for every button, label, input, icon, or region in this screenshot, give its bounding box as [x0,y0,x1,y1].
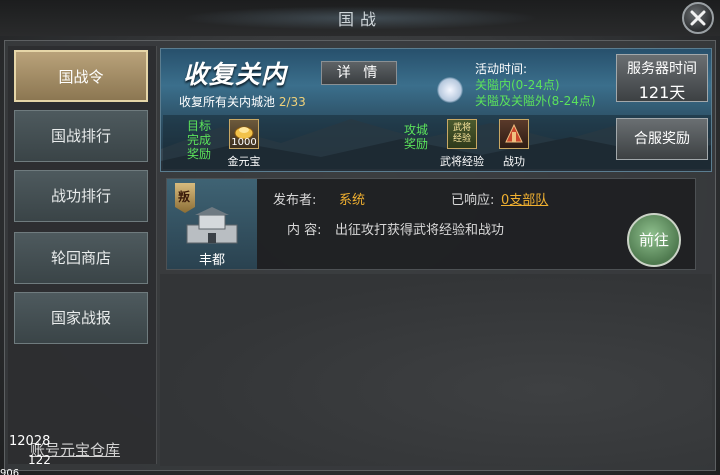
server-days: 121天 [638,83,686,102]
sidebar: 国战令 国战排行 战功排行 轮回商店 国家战报 [8,46,157,464]
city-name: 丰都 [198,253,225,268]
gold-ingot-qty: 1000 [231,137,257,148]
attack-reward-label: 攻城 奖励 [401,123,431,151]
general-exp-icon-text: 武将 经验 [452,123,471,144]
server-time-label: 服务器时间 [627,61,697,77]
task-card: 叛 丰都 发布者: 系统 已响应: 0支部队 内 容: 出征攻打获得武将经验和战… [166,178,696,270]
debug-overlay-line: 12028 [9,434,51,449]
activity-time-1: 关隘内(0-24点) [475,78,560,92]
sidebar-item-merit-ranking[interactable]: 战功排行 [14,170,148,222]
event-title: 收复关内 [183,60,288,89]
objective-count: 2/33 [278,95,306,109]
activity-time-label: 活动时间: [475,62,528,76]
server-time-panel: 服务器时间 121天 [616,54,708,102]
target-reward-label: 目标 完成 奖励 [183,119,215,161]
general-exp-name: 武将经验 [440,155,484,168]
debug-overlay-line: 906 [0,468,20,475]
war-merit-icon[interactable] [499,119,529,149]
content-value: 出征攻打获得武将经验和战功 [335,223,505,238]
close-icon [690,10,706,26]
title-bar: 国战 [0,0,720,36]
response-value-link[interactable]: 0支部队 [501,189,548,208]
merge-server-reward-button[interactable]: 合服奖励 [616,118,708,160]
target-reward-label-line: 完成 [186,133,211,147]
objective-label: 收复所有关内城池 [179,95,276,109]
content-label: 内 容: [287,223,322,238]
attack-reward-label-line: 攻城 [403,123,428,137]
rebel-flag-text: 叛 [178,190,191,204]
sidebar-item-label: 国战令 [58,68,104,86]
sidebar-item-label: 国家战报 [50,309,111,327]
sidebar-item-war-ranking[interactable]: 国战排行 [14,110,148,162]
response-label: 已响应: [451,193,495,208]
city-tile[interactable]: 叛 丰都 [167,179,257,269]
sidebar-item-label: 国战排行 [50,127,111,145]
close-button[interactable] [682,2,714,34]
activity-time-2: 关隘及关隘外(8-24点) [475,94,596,108]
general-exp-icon[interactable]: 武将 经验 [447,119,477,149]
war-merit-name: 战功 [503,155,525,168]
debug-overlay-line: 122 [28,453,51,467]
sidebar-item-reincarnation-shop[interactable]: 轮回商店 [14,232,148,284]
national-war-screen: 国战 国战令 国战排行 战功排行 轮回商店 国家战报 账号元宝仓库 12028 … [0,0,720,475]
objective-text: 收复所有关内城池 2/33 [179,93,306,110]
sidebar-item-label: 轮回商店 [50,249,111,267]
target-reward-label-line: 奖励 [186,147,211,161]
sidebar-item-war-report[interactable]: 国家战报 [14,292,148,344]
window-title: 国战 [337,10,382,29]
moon-decoration [437,77,463,103]
sidebar-item-label: 战功排行 [50,187,111,205]
attack-reward-label-line: 奖励 [403,137,428,151]
go-button[interactable]: 前往 [627,213,681,267]
target-reward-label-line: 目标 [186,119,211,133]
city-fortress-icon [186,207,238,244]
empty-task-area [160,274,712,466]
details-button[interactable]: 详 情 [321,61,397,85]
publisher-value: 系统 [339,193,366,208]
publisher-label: 发布者: [273,193,317,208]
sidebar-item-war-order[interactable]: 国战令 [14,50,148,102]
war-merit-graphic [505,123,523,143]
gold-ingot-name: 金元宝 [227,155,261,168]
